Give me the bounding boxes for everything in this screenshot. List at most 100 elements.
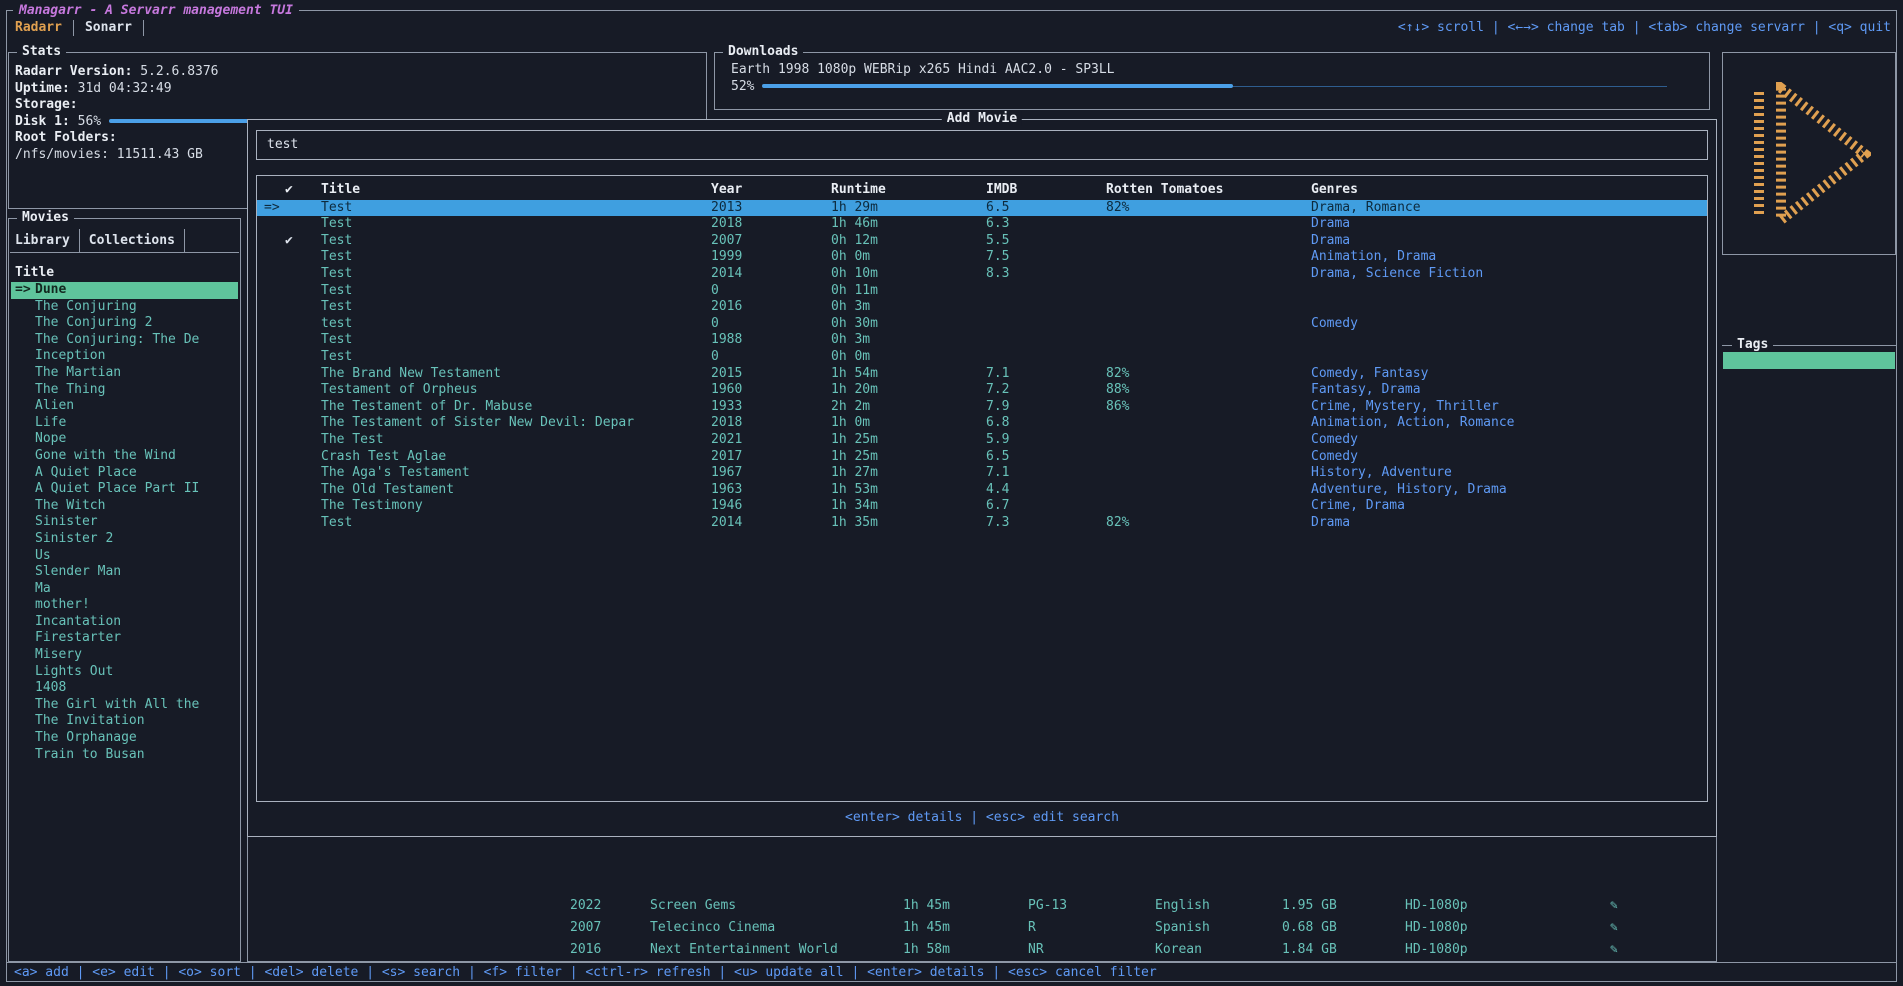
result-year: 2015 <box>711 366 831 383</box>
result-title: The Testament of Sister New Devil: Depar <box>321 415 711 432</box>
movie-list-item[interactable]: The Martian <box>11 365 238 382</box>
selection-indicator <box>15 730 35 747</box>
movie-list-item[interactable]: The Conjuring <box>11 299 238 316</box>
movie-list-item[interactable]: The Conjuring 2 <box>11 315 238 332</box>
search-result-row[interactable]: Test 0 0h 11m <box>257 283 1707 300</box>
servarr-tab[interactable]: Radarr <box>12 20 74 36</box>
movie-list-item[interactable]: Inception <box>11 348 238 365</box>
library-table-row[interactable]: 2022 Screen Gems 1h 45m PG-13 English 1.… <box>248 897 1716 914</box>
result-imdb: 7.2 <box>986 382 1106 399</box>
movie-list-item[interactable]: A Quiet Place Part II <box>11 481 238 498</box>
search-result-row[interactable]: Test 2018 1h 46m 6.3 Drama <box>257 216 1707 233</box>
selection-indicator <box>15 713 35 730</box>
movie-runtime: 1h 45m <box>903 897 950 914</box>
search-result-row[interactable]: The Old Testament 1963 1h 53m 4.4 Advent… <box>257 482 1707 499</box>
result-rotten-tomatoes <box>1106 299 1311 316</box>
movie-list-item[interactable]: Gone with the Wind <box>11 448 238 465</box>
movie-list-item[interactable]: Nope <box>11 431 238 448</box>
search-result-row[interactable]: => Test 2013 1h 29m 6.5 82% Drama, Roman… <box>257 200 1707 217</box>
search-result-row[interactable]: Test 1988 0h 3m <box>257 332 1707 349</box>
search-result-row[interactable]: Test 2016 0h 3m <box>257 299 1707 316</box>
movie-list-item[interactable]: Firestarter <box>11 630 238 647</box>
version-label: Radarr Version: <box>15 64 132 79</box>
movie-list-item[interactable]: A Quiet Place <box>11 465 238 482</box>
movie-list-item[interactable]: The Orphanage <box>11 730 238 747</box>
search-result-row[interactable]: The Brand New Testament 2015 1h 54m 7.1 … <box>257 366 1707 383</box>
library-table-row[interactable]: 2007 Telecinco Cinema 1h 45m R Spanish 0… <box>248 919 1716 936</box>
movie-list-item[interactable]: The Witch <box>11 498 238 515</box>
movies-panel-title: Movies <box>17 210 74 225</box>
movie-list-item[interactable]: The Thing <box>11 382 238 399</box>
search-result-row[interactable]: Test 1999 0h 0m 7.5 Animation, Drama <box>257 249 1707 266</box>
search-result-row[interactable]: The Testimony 1946 1h 34m 6.7 Crime, Dra… <box>257 498 1707 515</box>
selection-indicator <box>257 415 285 432</box>
search-result-row[interactable]: Test 2014 0h 10m 8.3 Drama, Science Fict… <box>257 266 1707 283</box>
result-runtime: 0h 3m <box>831 299 986 316</box>
movie-list-item[interactable]: => Dune <box>11 282 238 299</box>
movie-list-item[interactable]: 1408 <box>11 680 238 697</box>
servarr-tabbar: RadarrSonarr <box>12 20 144 36</box>
movie-title: The Conjuring 2 <box>35 315 152 332</box>
selection-indicator <box>15 514 35 531</box>
result-runtime: 1h 54m <box>831 366 986 383</box>
movie-list-item[interactable]: Lights Out <box>11 664 238 681</box>
movie-list-item[interactable]: mother! <box>11 597 238 614</box>
selection-indicator <box>257 382 285 399</box>
result-rotten-tomatoes <box>1106 316 1311 333</box>
result-year: 1963 <box>711 482 831 499</box>
library-table-row[interactable]: 2016 Next Entertainment World 1h 58m NR … <box>248 941 1716 958</box>
result-genres: Drama, Science Fiction <box>1311 266 1707 283</box>
servarr-tab[interactable]: Sonarr <box>74 20 144 36</box>
search-result-row[interactable]: The Testament of Sister New Devil: Depar… <box>257 415 1707 432</box>
movies-tab[interactable]: Library <box>10 229 80 252</box>
movie-title: Nope <box>35 431 66 448</box>
result-runtime: 1h 0m <box>831 415 986 432</box>
movie-list-item[interactable]: Sinister <box>11 514 238 531</box>
result-year: 2007 <box>711 233 831 250</box>
movie-list-item[interactable]: The Girl with All the <box>11 697 238 714</box>
header-check-icon: ✔ <box>285 182 321 199</box>
result-title: Test <box>321 200 711 217</box>
result-rotten-tomatoes <box>1106 498 1311 515</box>
movie-list-item[interactable]: Us <box>11 548 238 565</box>
movie-list-item[interactable]: The Invitation <box>11 713 238 730</box>
result-year: 0 <box>711 316 831 333</box>
movies-tab[interactable]: Collections <box>80 229 185 252</box>
movie-list-item[interactable]: The Conjuring: The De <box>11 332 238 349</box>
result-imdb: 4.4 <box>986 482 1106 499</box>
search-result-row[interactable]: Test 2014 1h 35m 7.3 82% Drama <box>257 515 1707 532</box>
selection-indicator: => <box>257 200 285 217</box>
result-genres: Drama, Romance <box>1311 200 1707 217</box>
result-rotten-tomatoes <box>1106 283 1311 300</box>
movie-list-item[interactable]: Misery <box>11 647 238 664</box>
search-result-row[interactable]: ✔ Test 2007 0h 12m 5.5 Drama <box>257 233 1707 250</box>
result-genres: Drama <box>1311 216 1707 233</box>
search-result-row[interactable]: Crash Test Aglae 2017 1h 25m 6.5 Comedy <box>257 449 1707 466</box>
result-imdb: 5.5 <box>986 233 1106 250</box>
disk-usage-bar-fill <box>109 119 253 123</box>
result-runtime: 1h 25m <box>831 449 986 466</box>
selection-indicator <box>15 581 35 598</box>
search-result-row[interactable]: Test 0 0h 0m <box>257 349 1707 366</box>
result-title: Test <box>321 233 711 250</box>
selection-indicator <box>257 216 285 233</box>
search-result-row[interactable]: Testament of Orpheus 1960 1h 20m 7.2 88%… <box>257 382 1707 399</box>
movie-list-item[interactable]: Incantation <box>11 614 238 631</box>
movie-list-item[interactable]: Ma <box>11 581 238 598</box>
movie-list-item[interactable]: Life <box>11 415 238 432</box>
movie-language: Korean <box>1155 941 1202 958</box>
search-result-row[interactable]: The Testament of Dr. Mabuse 1933 2h 2m 7… <box>257 399 1707 416</box>
selection-indicator <box>257 366 285 383</box>
movie-list-item[interactable]: Slender Man <box>11 564 238 581</box>
selection-indicator <box>15 630 35 647</box>
movie-list-item[interactable]: Alien <box>11 398 238 415</box>
movie-list-item[interactable]: Train to Busan <box>11 747 238 764</box>
result-title: Testament of Orpheus <box>321 382 711 399</box>
search-result-row[interactable]: The Test 2021 1h 25m 5.9 Comedy <box>257 432 1707 449</box>
selected-tag-row[interactable] <box>1723 352 1895 369</box>
movie-search-input[interactable]: test <box>256 130 1708 160</box>
selection-indicator <box>257 515 285 532</box>
movie-list-item[interactable]: Sinister 2 <box>11 531 238 548</box>
search-result-row[interactable]: test 0 0h 30m Comedy <box>257 316 1707 333</box>
search-result-row[interactable]: The Aga's Testament 1967 1h 27m 7.1 Hist… <box>257 465 1707 482</box>
